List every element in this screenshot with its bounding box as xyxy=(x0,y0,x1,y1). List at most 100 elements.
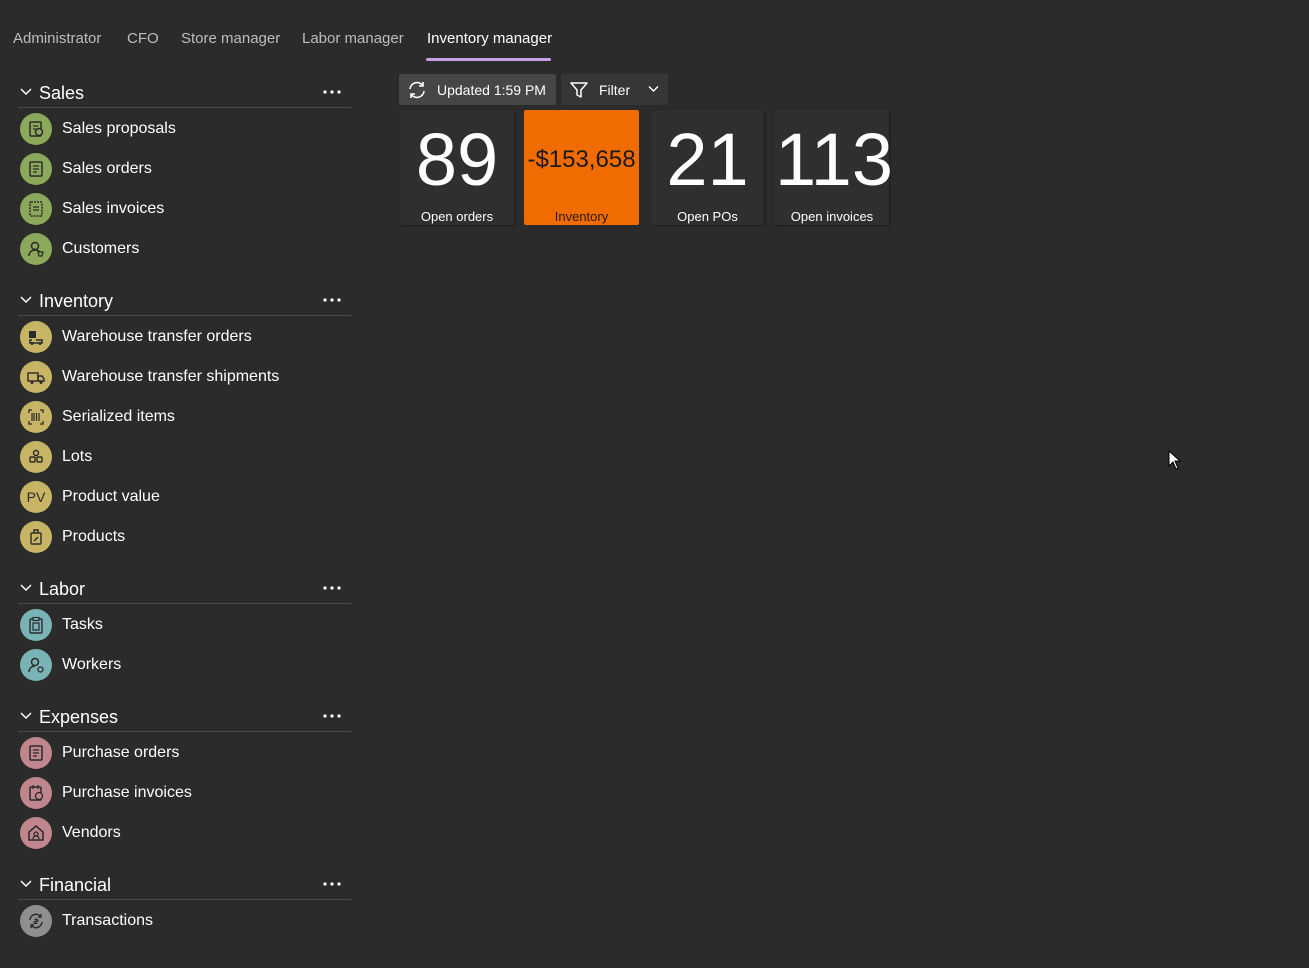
sidebar-item-label: Serialized items xyxy=(62,408,175,425)
lots-icon xyxy=(20,441,52,473)
sidebar-item-purchase-invoices[interactable]: Purchase invoices xyxy=(19,777,351,813)
group-header-inventory[interactable]: Inventory xyxy=(18,287,351,316)
more-options-icon[interactable] xyxy=(321,577,343,597)
tab-cfo[interactable]: CFO xyxy=(127,30,159,47)
sidebar-item-customers[interactable]: Customers xyxy=(19,233,351,269)
sidebar-item-label: Warehouse transfer orders xyxy=(62,328,252,345)
divider xyxy=(18,315,351,316)
sidebar-item-label: Sales orders xyxy=(62,160,152,177)
pv-icon: PV xyxy=(20,481,52,513)
more-options-icon[interactable] xyxy=(321,81,343,101)
sidebar-item-label: Purchase invoices xyxy=(62,784,192,801)
sidebar-item-label: Sales invoices xyxy=(62,200,165,217)
tile-caption: Inventory xyxy=(554,209,609,224)
tile-value: -$153,658 xyxy=(527,146,636,173)
sidebar-item-label: Products xyxy=(62,528,126,545)
refresh-icon xyxy=(409,81,425,99)
tile-open-pos[interactable]: 21 Open POs xyxy=(651,110,764,225)
invoice-icon xyxy=(20,193,52,225)
tile-open-invoices[interactable]: 113 Open invoices xyxy=(775,110,893,225)
tab-administrator[interactable]: Administrator xyxy=(13,30,101,47)
customer-icon xyxy=(20,233,52,265)
product-icon xyxy=(20,521,52,553)
document-icon xyxy=(20,153,52,185)
sidebar-item-label: Transactions xyxy=(62,912,153,929)
refresh-button-label: Updated 1:59 PM xyxy=(437,82,546,98)
group-header-labor[interactable]: Labor xyxy=(18,575,351,604)
tile-value: 89 xyxy=(415,118,499,201)
tile-open-orders[interactable]: 89 Open orders xyxy=(400,110,514,225)
chevron-down-icon[interactable] xyxy=(20,584,32,592)
group-header-financial[interactable]: Financial xyxy=(18,871,351,900)
sidebar-item-lots[interactable]: Lots xyxy=(19,441,351,477)
purchase-order-icon xyxy=(20,737,52,769)
divider xyxy=(18,899,351,900)
sidebar-item-label: Lots xyxy=(62,448,93,465)
tab-inventory-manager[interactable]: Inventory manager xyxy=(427,30,552,47)
sidebar-item-sales-orders[interactable]: Sales orders xyxy=(19,153,351,189)
group-title: Expenses xyxy=(39,707,119,727)
transactions-icon xyxy=(20,905,52,937)
group-title: Sales xyxy=(39,83,85,103)
sidebar-item-sales-proposals[interactable]: Sales proposals xyxy=(19,113,351,149)
vendor-icon xyxy=(20,817,52,849)
more-options-icon[interactable] xyxy=(321,873,343,893)
clipboard-icon xyxy=(20,609,52,641)
sidebar-item-product-value[interactable]: PV Product value xyxy=(19,481,351,517)
sidebar-item-tasks[interactable]: Tasks xyxy=(19,609,351,645)
chevron-down-icon[interactable] xyxy=(20,296,32,304)
sidebar-item-warehouse-transfer-shipments[interactable]: Warehouse transfer shipments xyxy=(19,361,351,397)
more-options-icon[interactable] xyxy=(321,289,343,309)
truck-icon xyxy=(20,361,52,393)
group-title: Financial xyxy=(39,875,112,895)
sidebar-item-serialized-items[interactable]: Serialized items xyxy=(19,401,351,437)
chevron-down-icon[interactable] xyxy=(20,88,32,96)
group-header-expenses[interactable]: Expenses xyxy=(18,703,351,732)
forklift-icon xyxy=(20,321,52,353)
filter-icon xyxy=(570,82,588,98)
sidebar-item-label: Purchase orders xyxy=(62,744,180,761)
sidebar-item-vendors[interactable]: Vendors xyxy=(19,817,351,853)
filter-button-label: Filter xyxy=(599,82,631,98)
tile-inventory[interactable]: -$153,658 Inventory xyxy=(524,110,639,225)
sidebar-item-label: Warehouse transfer shipments xyxy=(62,368,280,385)
group-title: Labor xyxy=(39,579,86,599)
sidebar-item-label: Customers xyxy=(62,240,140,257)
worker-icon xyxy=(20,649,52,681)
sidebar-item-workers[interactable]: Workers xyxy=(19,649,351,685)
sidebar-item-transactions[interactable]: Transactions xyxy=(19,905,351,941)
more-options-icon[interactable] xyxy=(321,705,343,725)
sidebar-item-label: Vendors xyxy=(62,824,121,841)
chevron-down-icon[interactable] xyxy=(20,880,32,888)
mouse-cursor-icon xyxy=(1168,450,1182,470)
role-tabs: Administrator CFO Store manager Labor ma… xyxy=(0,0,1309,62)
sidebar-item-purchase-orders[interactable]: Purchase orders xyxy=(19,737,351,773)
chevron-down-icon[interactable] xyxy=(20,712,32,720)
sidebar-item-products[interactable]: Products xyxy=(19,521,351,557)
tile-value: 113 xyxy=(775,118,893,201)
sidebar-item-label: Product value xyxy=(62,488,160,505)
tile-caption: Open POs xyxy=(677,209,738,224)
sidebar-item-label: Sales proposals xyxy=(62,120,176,137)
tile-caption: Open orders xyxy=(420,209,494,224)
group-title: Inventory xyxy=(39,291,114,311)
group-header-sales[interactable]: Sales xyxy=(18,79,351,108)
chevron-down-icon[interactable] xyxy=(648,85,659,93)
divider xyxy=(18,603,351,604)
sidebar-item-label: Workers xyxy=(62,656,122,673)
sidebar-item-warehouse-transfer-orders[interactable]: Warehouse transfer orders xyxy=(19,321,351,357)
filter-button[interactable]: Filter xyxy=(561,74,668,105)
divider xyxy=(18,107,351,108)
sidebar-item-label: Tasks xyxy=(62,616,103,633)
tab-store-manager[interactable]: Store manager xyxy=(181,30,280,47)
tile-caption: Open invoices xyxy=(790,209,874,224)
tab-labor-manager[interactable]: Labor manager xyxy=(302,30,404,47)
sidebar-item-sales-invoices[interactable]: Sales invoices xyxy=(19,193,351,229)
refresh-button[interactable]: Updated 1:59 PM xyxy=(399,74,556,105)
sales-proposal-icon xyxy=(20,113,52,145)
divider xyxy=(18,731,351,732)
barcode-icon xyxy=(20,401,52,433)
active-tab-indicator xyxy=(426,58,551,61)
purchase-invoice-icon xyxy=(20,777,52,809)
tile-value: 21 xyxy=(666,118,749,201)
